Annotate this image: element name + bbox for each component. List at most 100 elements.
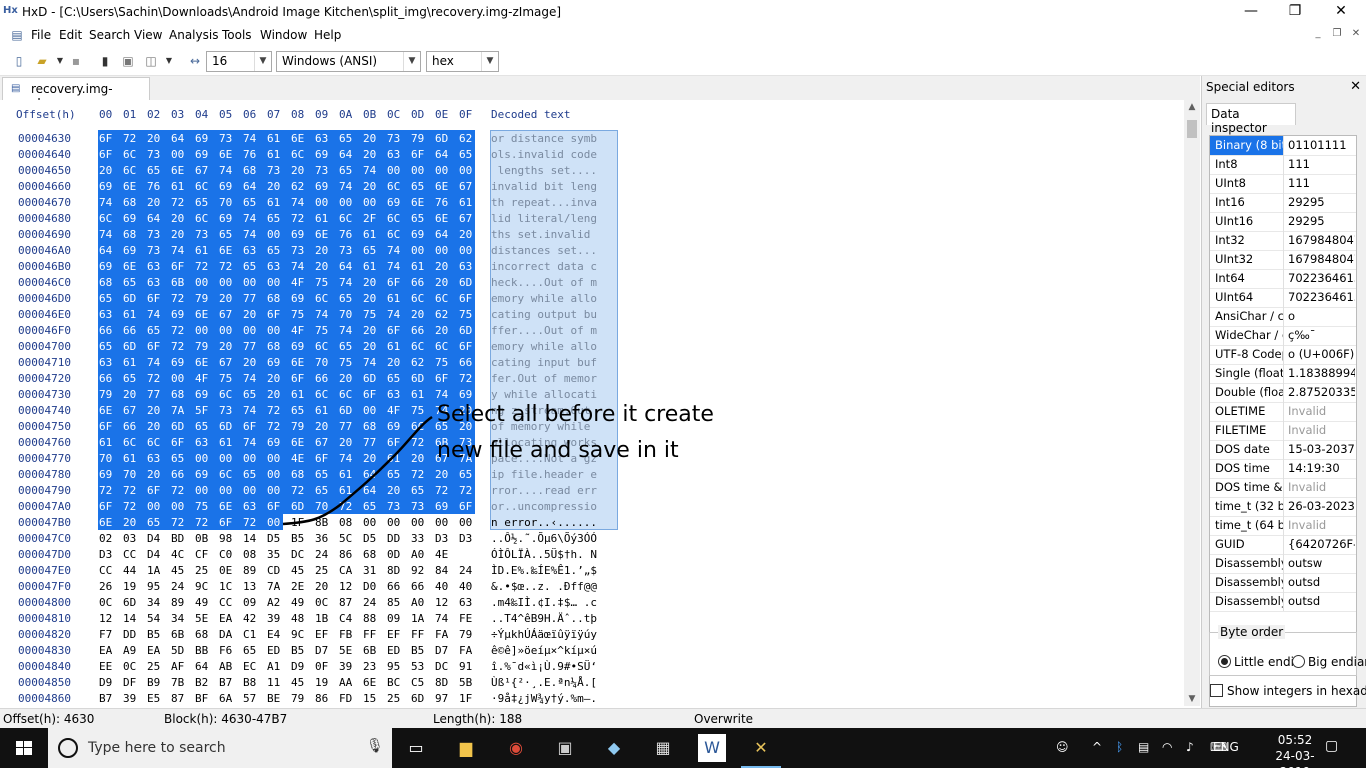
inspector-row[interactable]: Int32 1679848047	[1210, 231, 1356, 251]
inspector-value[interactable]: 15-03-2037	[1285, 440, 1355, 459]
inspector-value[interactable]: 26-03-2023 1	[1285, 497, 1355, 516]
checkbox-icon	[1210, 684, 1223, 697]
inspector-row[interactable]: Binary (8 bit) 01101111	[1210, 136, 1356, 156]
chrome-icon[interactable]: ◉	[502, 734, 530, 762]
radio-selected-icon	[1218, 655, 1231, 668]
inspector-row[interactable]: Int6470223646154	[1210, 269, 1356, 289]
show-hex-checkbox[interactable]: Show integers in hexadec	[1210, 684, 1366, 698]
inspector-row[interactable]: AnsiChar / ch o	[1210, 307, 1356, 327]
inspector-row[interactable]: WideChar / c ç‰¯	[1210, 326, 1356, 346]
special-editors-title: Special editors	[1206, 80, 1295, 94]
inspector-value[interactable]: outsd	[1285, 592, 1355, 611]
big-endian-radio[interactable]: Big endian	[1292, 655, 1366, 669]
hxd-taskbar-icon[interactable]: ✕	[741, 734, 781, 768]
inspector-label: OLETIME	[1210, 402, 1284, 421]
inspector-value[interactable]: ç‰¯	[1285, 326, 1355, 345]
start-button[interactable]	[0, 728, 48, 768]
data-inspector-label: Data inspector	[1211, 107, 1267, 135]
inspector-row[interactable]: OLETIME Invalid	[1210, 402, 1356, 422]
calculator-icon[interactable]: ▦	[649, 734, 677, 762]
inspector-row[interactable]: Disassembly outsd	[1210, 573, 1356, 593]
inspector-row[interactable]: UInt8 111	[1210, 174, 1356, 194]
network-icon[interactable]: ▤	[1138, 740, 1149, 754]
volume-icon[interactable]: ♪	[1186, 740, 1194, 754]
inspector-label: Int32	[1210, 231, 1284, 250]
inspector-row[interactable]: Int8 111	[1210, 155, 1356, 175]
inspector-value[interactable]: o	[1285, 307, 1355, 326]
inspector-value[interactable]: Invalid	[1285, 421, 1355, 440]
status-bar: Offset(h): 4630 Block(h): 4630-47B7 Leng…	[0, 708, 1366, 729]
inspector-row[interactable]: FILETIME Invalid	[1210, 421, 1356, 441]
notifications-icon[interactable]: ▢	[1325, 738, 1338, 754]
word-icon[interactable]: W	[698, 734, 726, 762]
notes-app-icon[interactable]: ◆	[600, 734, 628, 762]
little-endian-radio[interactable]: Little endi	[1218, 655, 1294, 669]
inspector-row[interactable]: Disassembly outsw	[1210, 554, 1356, 574]
inspector-label: Int64	[1210, 269, 1284, 288]
inspector-label: Disassembly	[1210, 592, 1284, 611]
inspector-row[interactable]: Disassembly outsd	[1210, 592, 1356, 612]
tab-data-inspector[interactable]: Data inspector	[1206, 103, 1296, 135]
inspector-value[interactable]: outsd	[1285, 573, 1355, 592]
show-hidden-icons[interactable]: ^	[1092, 740, 1102, 754]
clock-time: 05:52	[1277, 733, 1313, 747]
close-icon[interactable]: ✕	[1350, 79, 1361, 94]
inspector-row[interactable]: Int16 29295	[1210, 193, 1356, 213]
inspector-row[interactable]: time_t (64 bitInvalid	[1210, 516, 1356, 536]
inspector-value[interactable]: 14:19:30	[1285, 459, 1355, 478]
inspector-value[interactable]: 29295	[1285, 193, 1355, 212]
inspector-row[interactable]: UTF-8 Codep o (U+006F)	[1210, 345, 1356, 365]
inspector-value[interactable]: 01101111	[1285, 136, 1355, 155]
inspector-row[interactable]: DOS time 14:19:30	[1210, 459, 1356, 479]
annotation-arrow	[282, 415, 433, 526]
taskbar: Type here to search 🎙 ▭ ▆ ◉ ▣ ◆ ▦ W ✕ ☺ …	[0, 728, 1366, 779]
inspector-row[interactable]: DOS time & dInvalid	[1210, 478, 1356, 498]
inspector-label: DOS time	[1210, 459, 1284, 478]
inspector-value[interactable]: {6420726F-73	[1285, 535, 1355, 554]
task-view-icon[interactable]: ▭	[402, 734, 430, 762]
file-explorer-icon[interactable]: ▆	[452, 734, 480, 762]
language-indicator[interactable]: ENG	[1213, 740, 1239, 754]
microphone-icon[interactable]: 🎙	[366, 738, 384, 754]
inspector-value[interactable]: 1679848047	[1285, 231, 1355, 250]
inspector-row[interactable]: DOS date 15-03-2037	[1210, 440, 1356, 460]
inspector-label: WideChar / c	[1210, 326, 1284, 345]
command-prompt-icon[interactable]: ▣	[551, 734, 579, 762]
bluetooth-icon[interactable]: ᛒ	[1116, 740, 1123, 754]
inspector-value[interactable]: outsw	[1285, 554, 1355, 573]
inspector-value[interactable]: 111	[1285, 174, 1355, 193]
annotation-text: Select all before it create new file and…	[437, 402, 714, 463]
inspector-row[interactable]: time_t (32 bit26-03-2023 1	[1210, 497, 1356, 517]
taskbar-search-box[interactable]: Type here to search 🎙	[48, 728, 392, 768]
inspector-row[interactable]: Double (float2.8752033502	[1210, 383, 1356, 403]
inspector-row[interactable]: UInt16 29295	[1210, 212, 1356, 232]
data-inspector-grid[interactable]: Binary (8 bit) 01101111 Int8 111 UInt8 111 Int…	[1209, 135, 1357, 707]
inspector-value[interactable]: 70223646154	[1285, 269, 1355, 288]
big-endian-label: Big endian	[1308, 655, 1366, 669]
wifi-icon[interactable]: ◠	[1162, 740, 1172, 754]
inspector-row[interactable]: Single (float31.1838899444	[1210, 364, 1356, 384]
inspector-label: UInt16	[1210, 212, 1284, 231]
inspector-label: FILETIME	[1210, 421, 1284, 440]
inspector-value[interactable]: Invalid	[1285, 516, 1355, 535]
inspector-label: Double (float	[1210, 383, 1284, 402]
inspector-value[interactable]: Invalid	[1285, 402, 1355, 421]
taskbar-clock[interactable]: 05:52 24-03-2019	[1268, 732, 1322, 780]
inspector-value[interactable]: Invalid	[1285, 478, 1355, 497]
inspector-value[interactable]: o (U+006F)	[1285, 345, 1355, 364]
inspector-row[interactable]: UInt6470223646154	[1210, 288, 1356, 308]
inspector-value[interactable]: 1.1838899444	[1285, 364, 1355, 383]
inspector-row[interactable]: UInt32 1679848047	[1210, 250, 1356, 270]
inspector-value[interactable]: 111	[1285, 155, 1355, 174]
radio-icon	[1292, 655, 1305, 668]
status-block: Block(h): 4630-47B7	[164, 712, 288, 726]
inspector-value[interactable]: 70223646154	[1285, 288, 1355, 307]
inspector-value[interactable]: 2.8752033502	[1285, 383, 1355, 402]
inspector-row[interactable]: GUID{6420726F-73	[1210, 535, 1356, 555]
inspector-value[interactable]: 29295	[1285, 212, 1355, 231]
status-length: Length(h): 188	[433, 712, 523, 726]
inspector-value[interactable]: 1679848047	[1285, 250, 1355, 269]
byte-order-label: Byte order	[1218, 625, 1286, 639]
people-icon[interactable]: ☺	[1056, 740, 1069, 754]
windows-logo-icon	[16, 741, 32, 755]
